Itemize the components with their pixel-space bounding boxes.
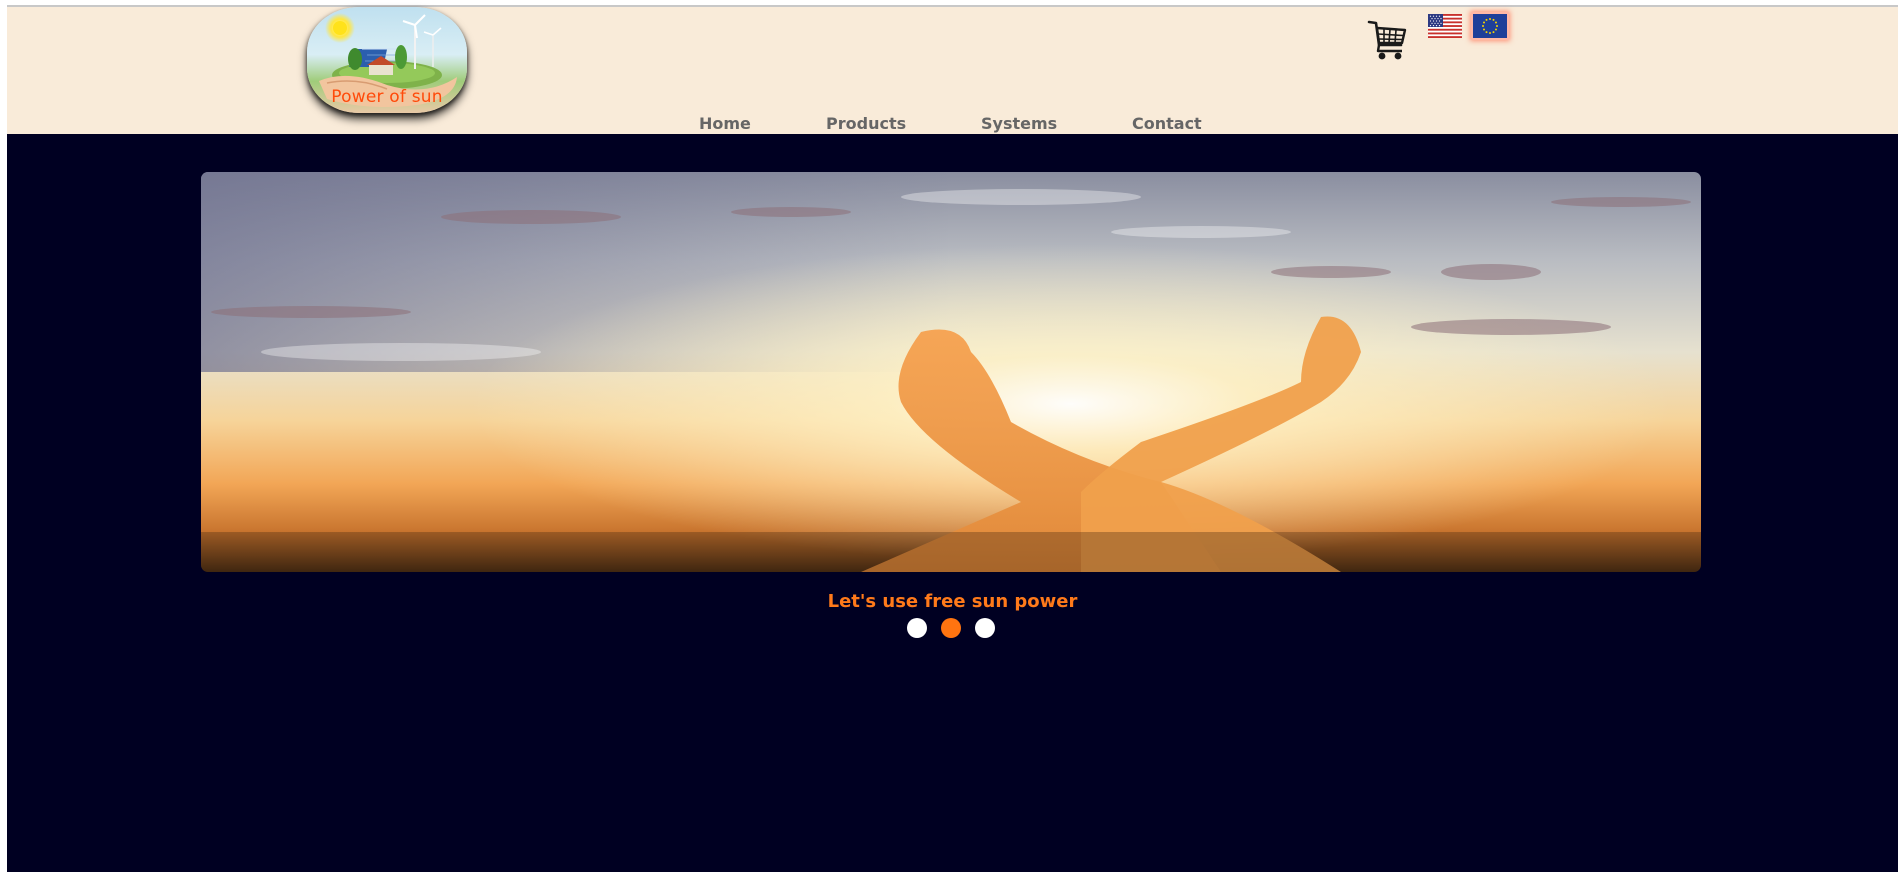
nav-item-products[interactable]: Products — [826, 114, 906, 133]
shopping-cart-icon[interactable] — [1367, 19, 1407, 63]
site-header: Power of sun Home Products Systems Conta… — [7, 7, 1898, 134]
slider-pagination — [7, 618, 1898, 640]
slide-dot-2[interactable] — [941, 618, 961, 638]
hero-slider-image — [201, 172, 1701, 572]
nav-item-home[interactable]: Home — [699, 114, 751, 133]
slide-dot-1[interactable] — [907, 618, 927, 638]
slide-dot-3[interactable] — [975, 618, 995, 638]
logo-text: Power of sun — [331, 87, 443, 107]
nav-item-systems[interactable]: Systems — [981, 114, 1057, 133]
main-nav: Home Products Systems Contact — [7, 114, 1898, 134]
slide-caption: Let's use free sun power — [827, 591, 1078, 612]
page: Power of sun Home Products Systems Conta… — [7, 7, 1898, 872]
us-flag-icon[interactable] — [1428, 14, 1462, 38]
nav-item-contact[interactable]: Contact — [1132, 114, 1202, 133]
site-logo[interactable]: Power of sun — [307, 7, 467, 113]
eu-flag-icon[interactable] — [1473, 14, 1507, 38]
